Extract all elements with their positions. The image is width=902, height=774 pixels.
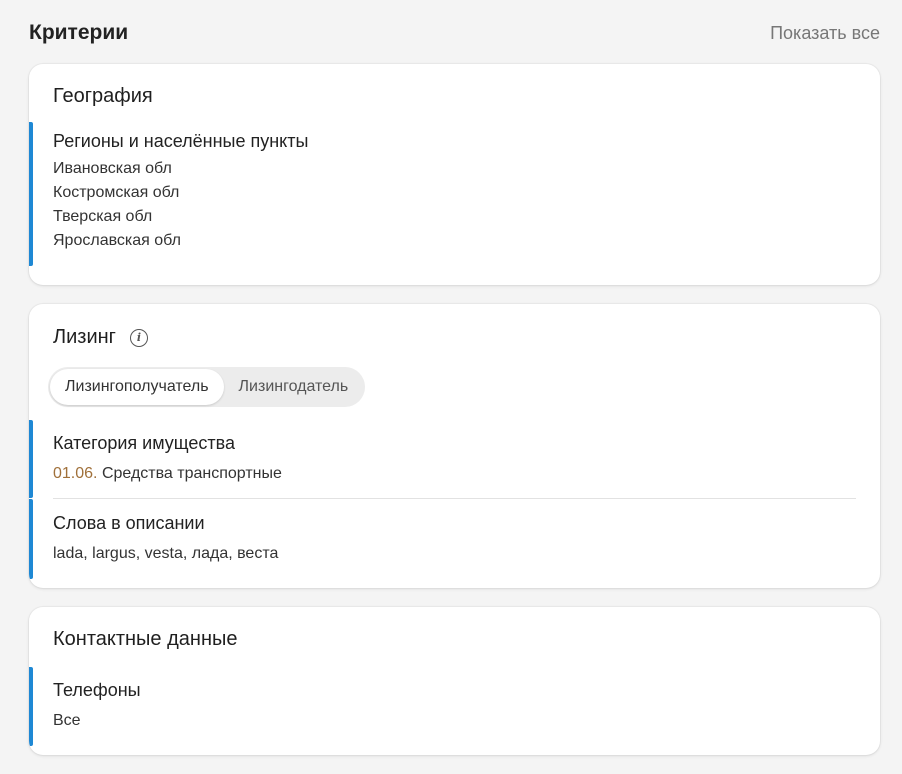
geography-title: География: [29, 64, 880, 108]
phones-title: Телефоны: [53, 680, 141, 700]
keywords-value: lada, largus, vesta, лада, веста: [53, 545, 279, 562]
regions-title: Регионы и населённые пункты: [53, 131, 309, 151]
category-name: Средства транспортные: [101, 465, 282, 482]
leasing-role-toggle: Лизингополучатель Лизингодатель: [48, 367, 366, 407]
list-item: Ярославская обл: [53, 232, 181, 249]
category-section: Категория имущества 01.06. Средства тран…: [29, 420, 880, 498]
list-item: Костромская обл: [53, 184, 180, 201]
page-title: Критерии: [29, 21, 129, 44]
category-value: 01.06. Средства транспортные: [53, 462, 856, 486]
keywords-title: Слова в описании: [53, 513, 205, 533]
category-title: Категория имущества: [53, 433, 236, 453]
leasing-title: Лизинг i: [29, 304, 880, 349]
header: Критерии Показать все: [29, 0, 880, 64]
show-all-link[interactable]: Показать все: [770, 23, 880, 44]
contacts-title-text: Контактные данные: [53, 628, 238, 650]
list-item: Тверская обл: [53, 208, 153, 225]
geography-title-text: География: [53, 85, 153, 107]
toggle-lessee[interactable]: Лизингополучатель: [50, 369, 224, 405]
contacts-title: Контактные данные: [29, 607, 880, 651]
info-icon[interactable]: i: [129, 328, 148, 347]
regions-section: Регионы и населённые пункты Ивановская о…: [29, 122, 880, 266]
list-item: Ивановская обл: [53, 160, 172, 177]
geography-card: География Регионы и населённые пункты Ив…: [29, 64, 880, 285]
phones-value: Все: [53, 712, 81, 729]
criteria-page: Критерии Показать все География Регионы …: [0, 0, 902, 774]
phones-section: Телефоны Все: [29, 667, 880, 746]
toggle-lessor[interactable]: Лизингодатель: [224, 369, 364, 405]
category-code: 01.06.: [53, 465, 98, 482]
regions-list: Ивановская обл Костромская обл Тверская …: [53, 157, 856, 253]
contacts-card: Контактные данные Телефоны Все: [29, 607, 880, 755]
leasing-card: Лизинг i Лизингополучатель Лизингодатель…: [29, 304, 880, 588]
keywords-section: Слова в описании lada, largus, vesta, ла…: [29, 499, 880, 579]
leasing-title-text: Лизинг: [53, 326, 116, 348]
